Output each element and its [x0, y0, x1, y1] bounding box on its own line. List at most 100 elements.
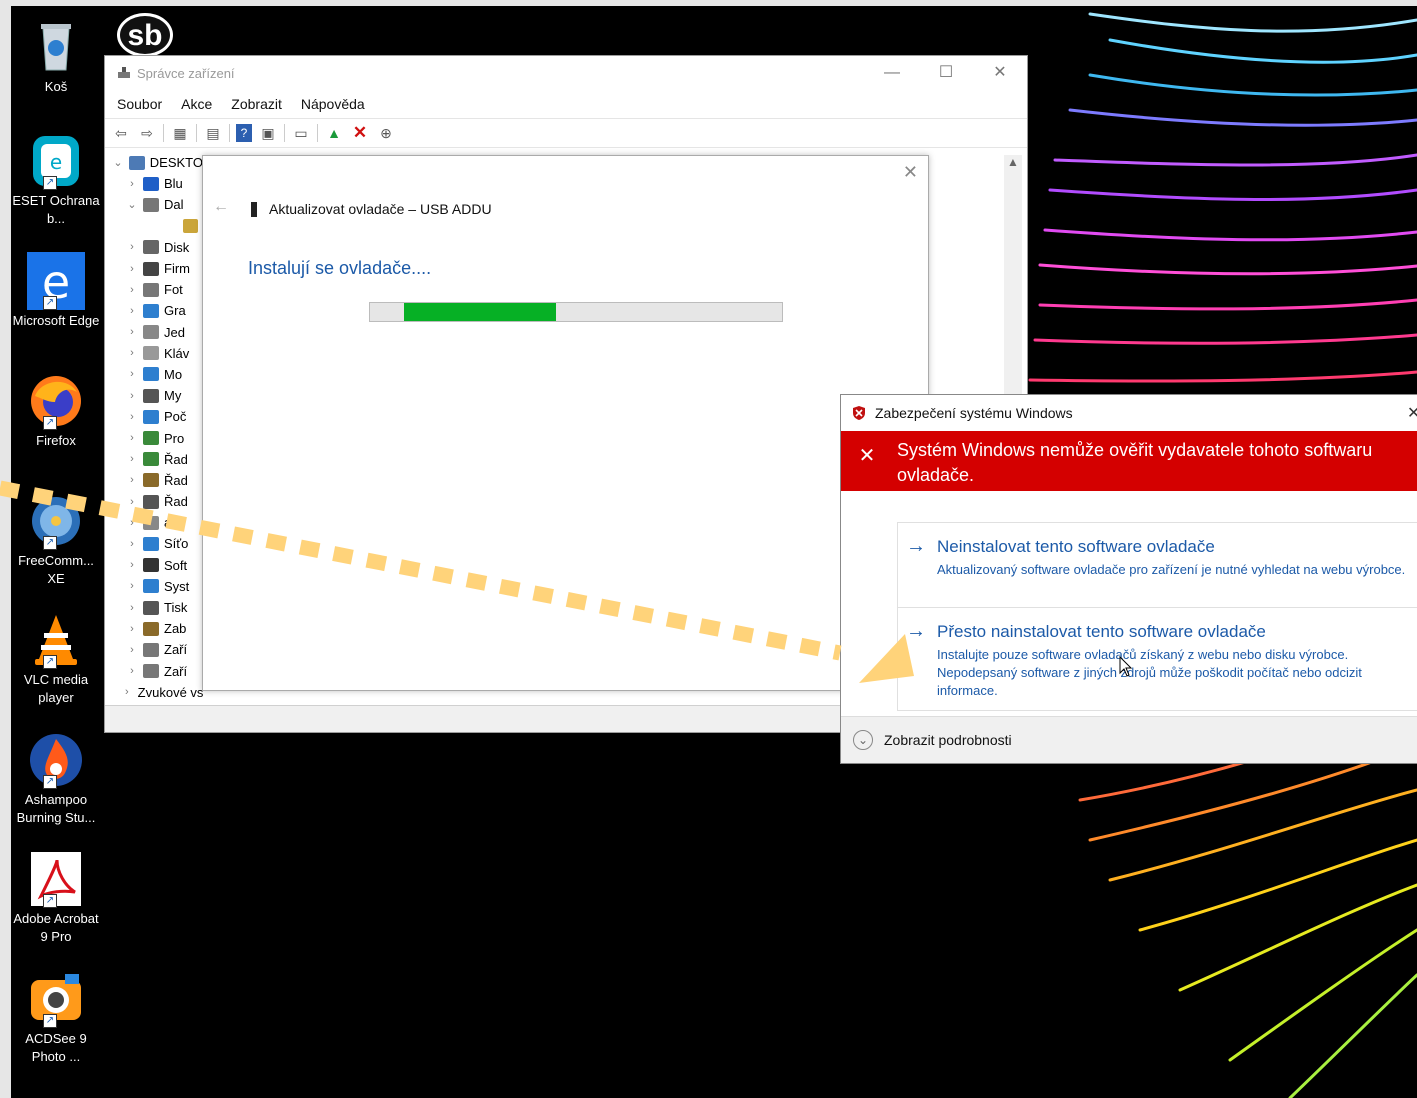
wizard-back-icon[interactable]: ←: [213, 198, 229, 216]
chevron-right-icon[interactable]: ›: [125, 538, 139, 550]
chevron-right-icon[interactable]: ›: [125, 623, 139, 635]
chevron-right-icon[interactable]: ›: [125, 559, 139, 571]
uninstall-icon[interactable]: ✕: [350, 123, 370, 142]
chevron-right-icon[interactable]: ›: [125, 368, 139, 380]
chevron-right-icon[interactable]: ›: [125, 517, 139, 529]
tree-item[interactable]: ⌄ DESKTO: [105, 152, 203, 173]
tree-item[interactable]: › Síťo: [105, 533, 203, 554]
view-tree-icon[interactable]: ▦: [170, 124, 190, 142]
tree-item[interactable]: [105, 216, 203, 237]
scroll-up-icon[interactable]: ▲: [1004, 155, 1022, 169]
desktop-icon-freecommander[interactable]: ↗ FreeComm... XE: [11, 492, 101, 588]
update-driver-dialog[interactable]: ✕ ← Aktualizovat ovladače – USB ADDU Ins…: [202, 155, 929, 691]
chevron-right-icon[interactable]: ›: [125, 665, 139, 677]
device-category-icon: [143, 452, 159, 467]
chevron-down-icon[interactable]: ⌄: [125, 198, 139, 211]
desktop-icon-label: VLC media player: [23, 672, 89, 705]
chevron-right-icon[interactable]: ›: [125, 178, 139, 190]
desktop-icon-edge[interactable]: e ↗ Microsoft Edge: [11, 252, 101, 330]
update-driver-icon[interactable]: ▲: [324, 124, 344, 142]
tree-item[interactable]: › Fot: [105, 279, 203, 300]
security-close-icon[interactable]: ✕: [1407, 403, 1417, 423]
usb-device-icon: [251, 201, 257, 217]
chevron-right-icon[interactable]: ›: [125, 453, 139, 465]
chevron-right-icon[interactable]: ›: [125, 241, 139, 253]
download-icon[interactable]: ⊕: [376, 124, 396, 142]
tree-item[interactable]: › My: [105, 385, 203, 406]
tree-item[interactable]: › Pro: [105, 427, 203, 448]
tree-item[interactable]: › Řad: [105, 491, 203, 512]
security-titlebar[interactable]: Zabezpečení systému Windows: [841, 395, 1417, 431]
tree-item[interactable]: › ad: [105, 512, 203, 533]
install-anyway-option[interactable]: → Přesto nainstalovat tento software ovl…: [897, 607, 1417, 711]
desktop-icon-recycle-bin[interactable]: Koš: [11, 18, 101, 96]
tree-item[interactable]: › Tisk: [105, 597, 203, 618]
minimize-button[interactable]: —: [865, 56, 919, 90]
menu-napoveda[interactable]: Nápověda: [301, 96, 365, 112]
show-details-toggle[interactable]: ⌄ Zobrazit podrobnosti: [841, 716, 1417, 763]
tree-item[interactable]: › Řad: [105, 449, 203, 470]
tree-item[interactable]: › Kláv: [105, 343, 203, 364]
help-icon[interactable]: ?: [236, 124, 252, 142]
tree-item[interactable]: › Blu: [105, 173, 203, 194]
monitor-icon[interactable]: ▭: [291, 124, 311, 142]
do-not-install-option[interactable]: → Neinstalovat tento software ovladače A…: [897, 522, 1417, 608]
tree-item[interactable]: › Zvukové vstupy a výstupy: [105, 682, 203, 700]
tree-item[interactable]: › Řad: [105, 470, 203, 491]
chevron-down-icon[interactable]: ⌄: [111, 156, 125, 169]
tree-item[interactable]: › Firm: [105, 258, 203, 279]
tree-item[interactable]: ⌄ Dal: [105, 194, 203, 215]
acdsee-icon: ↗: [27, 970, 85, 1028]
desktop-icon-firefox[interactable]: ↗ Firefox: [11, 372, 101, 450]
tree-item[interactable]: › Syst: [105, 576, 203, 597]
tree-item[interactable]: › Disk: [105, 237, 203, 258]
chevron-right-icon[interactable]: ›: [125, 644, 139, 656]
desktop-icon-acdsee[interactable]: ↗ ACDSee 9 Photo ...: [11, 970, 101, 1066]
chevron-right-icon[interactable]: ›: [125, 263, 139, 275]
chevron-right-icon[interactable]: ›: [125, 686, 129, 698]
tree-item[interactable]: › Zaří: [105, 661, 203, 682]
device-category-icon: [143, 473, 159, 488]
chevron-right-icon[interactable]: ›: [125, 432, 139, 444]
tree-item[interactable]: › Jed: [105, 322, 203, 343]
tree-item[interactable]: › Soft: [105, 555, 203, 576]
device-category-icon: [143, 409, 159, 424]
chevron-right-icon[interactable]: ›: [125, 305, 139, 317]
forward-arrow-icon[interactable]: ⇨: [137, 124, 157, 142]
chevron-right-icon[interactable]: ›: [125, 602, 139, 614]
tree-item-label: Řad: [164, 472, 188, 488]
desktop-icon-ashampoo[interactable]: ↗ Ashampoo Burning Stu...: [11, 731, 101, 827]
tree-item[interactable]: › Mo: [105, 364, 203, 385]
recycle-bin-icon: [27, 18, 85, 76]
toolbar-separator: [317, 124, 318, 142]
menu-akce[interactable]: Akce: [181, 96, 212, 112]
tree-item[interactable]: › Zaří: [105, 639, 203, 660]
properties-icon[interactable]: ▤: [203, 124, 223, 142]
chevron-right-icon[interactable]: ›: [125, 580, 139, 592]
tree-item-label: Jed: [164, 324, 185, 340]
view-console-icon[interactable]: ▣: [258, 124, 278, 142]
device-category-icon: [143, 515, 159, 530]
menu-zobrazit[interactable]: Zobrazit: [231, 96, 282, 112]
windows-security-dialog[interactable]: Zabezpečení systému Windows ✕ ✕ Systém W…: [840, 394, 1417, 764]
tree-item[interactable]: › Poč: [105, 406, 203, 427]
maximize-button[interactable]: ☐: [919, 56, 973, 90]
chevron-right-icon[interactable]: ›: [125, 390, 139, 402]
chevron-right-icon[interactable]: ›: [125, 496, 139, 508]
sb-logo[interactable]: sb: [117, 13, 173, 57]
eset-icon: e ↗: [27, 132, 85, 190]
desktop-icon-eset[interactable]: e ↗ ESET Ochrana b...: [11, 132, 101, 228]
wizard-close-icon[interactable]: ✕: [903, 162, 918, 183]
tree-item[interactable]: › Gra: [105, 300, 203, 321]
back-arrow-icon[interactable]: ⇦: [111, 124, 131, 142]
chevron-right-icon[interactable]: ›: [125, 284, 139, 296]
chevron-right-icon[interactable]: ›: [125, 326, 139, 338]
tree-item[interactable]: › Zab: [105, 618, 203, 639]
chevron-right-icon[interactable]: ›: [125, 474, 139, 486]
menu-soubor[interactable]: Soubor: [117, 96, 162, 112]
desktop-icon-acrobat[interactable]: ↗ Adobe Acrobat 9 Pro: [11, 850, 101, 946]
close-button[interactable]: ✕: [973, 56, 1027, 90]
chevron-right-icon[interactable]: ›: [125, 347, 139, 359]
desktop-icon-vlc[interactable]: ↗ VLC media player: [11, 611, 101, 707]
chevron-right-icon[interactable]: ›: [125, 411, 139, 423]
